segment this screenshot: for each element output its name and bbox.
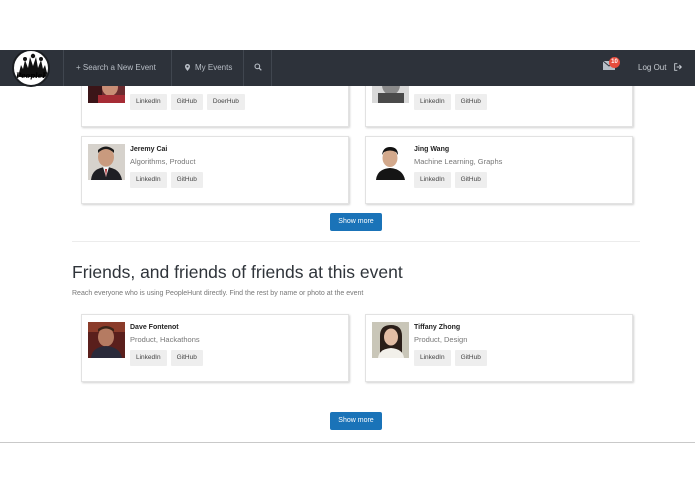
search-new-event-link[interactable]: + Search a New Event: [76, 50, 156, 86]
logo-text: PeopleHunt: [16, 71, 49, 80]
avatar: [88, 322, 125, 358]
peoplehunt-logo[interactable]: PeopleHunt: [12, 50, 50, 87]
person-card: Dave Fontenot Product, Hackathons Linked…: [81, 314, 349, 382]
github-link[interactable]: GitHub: [170, 172, 203, 188]
person-card: Tiffany Zhong Product, Design LinkedIn G…: [365, 314, 633, 382]
person-name[interactable]: Jeremy Cai: [130, 146, 167, 153]
nav-separator: [63, 50, 64, 86]
person-name[interactable]: Dave Fontenot: [130, 324, 179, 331]
notification-badge: 10: [609, 57, 620, 68]
link-chips: LinkedIn GitHub: [130, 172, 203, 188]
search-icon: [254, 63, 262, 71]
github-link[interactable]: GitHub: [170, 94, 203, 110]
section-subtitle: Reach everyone who is using PeopleHunt d…: [72, 290, 364, 297]
github-link[interactable]: GitHub: [170, 350, 203, 366]
show-more-button[interactable]: Show more: [330, 412, 382, 430]
linkedin-link[interactable]: LinkedIn: [414, 172, 451, 188]
doerhub-link[interactable]: DoerHub: [206, 94, 245, 110]
linkedin-link[interactable]: LinkedIn: [130, 172, 167, 188]
person-name[interactable]: Jing Wang: [414, 146, 449, 153]
link-chips: LinkedIn GitHub: [414, 94, 487, 110]
linkedin-link[interactable]: LinkedIn: [414, 94, 451, 110]
nav-separator: [271, 50, 272, 86]
person-card: Jing Wang Machine Learning, Graphs Linke…: [365, 136, 633, 204]
person-name[interactable]: Tiffany Zhong: [414, 324, 460, 331]
logout-label: Log Out: [638, 63, 667, 72]
logout-icon: [673, 63, 682, 71]
avatar: [88, 144, 125, 180]
search-button[interactable]: [254, 50, 262, 86]
github-link[interactable]: GitHub: [454, 94, 487, 110]
avatar: [372, 144, 409, 180]
linkedin-link[interactable]: LinkedIn: [130, 350, 167, 366]
show-more-button[interactable]: Show more: [330, 213, 382, 231]
avatar: [372, 322, 409, 358]
my-events-label: My Events: [195, 63, 233, 72]
github-link[interactable]: GitHub: [454, 350, 487, 366]
logout-link[interactable]: Log Out: [638, 50, 682, 86]
github-link[interactable]: GitHub: [454, 172, 487, 188]
linkedin-link[interactable]: LinkedIn: [414, 350, 451, 366]
link-chips: LinkedIn GitHub: [414, 350, 487, 366]
person-tags: Machine Learning, Graphs: [414, 157, 503, 166]
screenshot-frame: PeopleHunt + Search a New Event My Event…: [0, 50, 695, 443]
link-chips: LinkedIn GitHub: [414, 172, 487, 188]
person-card: Jeremy Cai Algorithms, Product LinkedIn …: [81, 136, 349, 204]
nav-separator: [171, 50, 172, 86]
link-chips: LinkedIn GitHub DoerHub: [130, 94, 245, 110]
nav-separator: [243, 50, 244, 86]
my-events-link[interactable]: My Events: [185, 50, 232, 86]
linkedin-link[interactable]: LinkedIn: [130, 94, 167, 110]
navbar: PeopleHunt + Search a New Event My Event…: [0, 50, 695, 87]
section-divider: [72, 241, 640, 242]
section-title: Friends, and friends of friends at this …: [72, 262, 403, 282]
link-chips: LinkedIn GitHub: [130, 350, 203, 366]
map-marker-icon: [185, 64, 190, 71]
person-tags: Algorithms, Product: [130, 157, 196, 166]
person-tags: Product, Design: [414, 335, 468, 344]
person-tags: Product, Hackathons: [130, 335, 200, 344]
